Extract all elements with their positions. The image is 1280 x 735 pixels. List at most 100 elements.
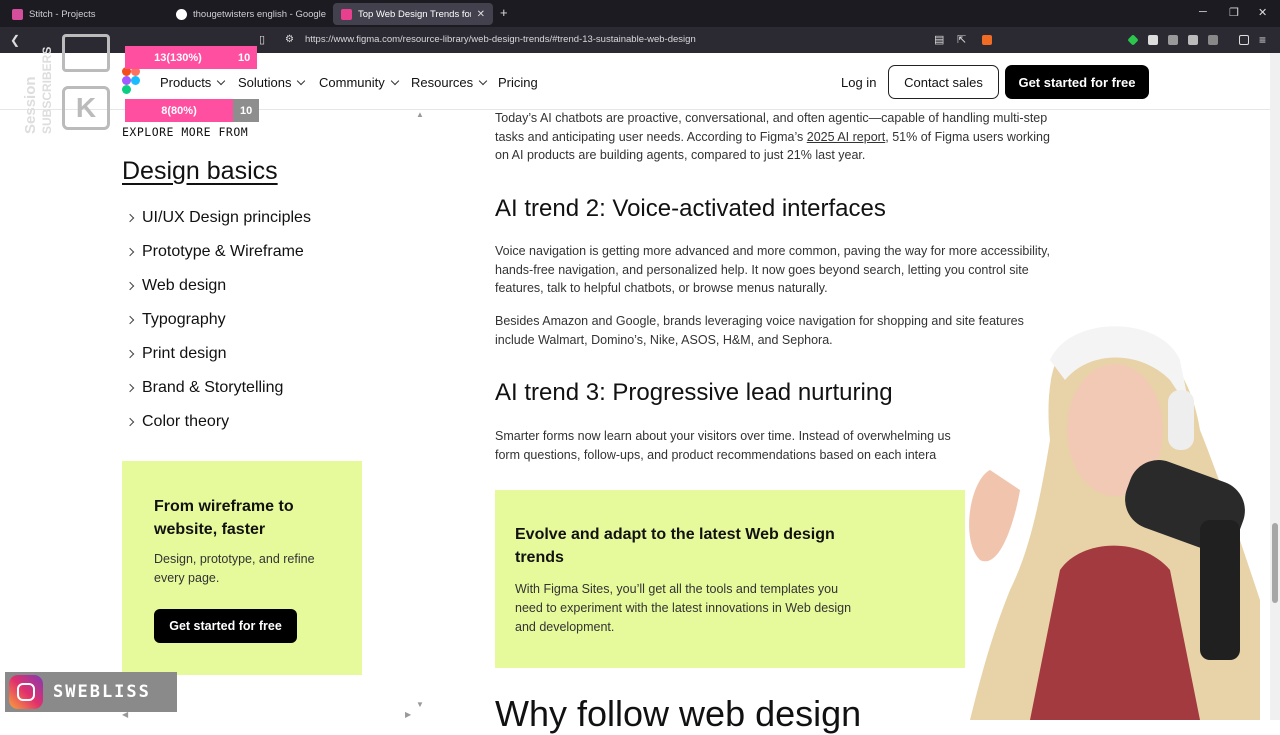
sidebar-item-prototype[interactable]: Prototype & Wireframe <box>125 243 304 261</box>
sidebar-item-label: UI/UX Design principles <box>142 209 311 226</box>
page-scrollbar[interactable] <box>1270 53 1280 720</box>
new-tab-button[interactable]: + <box>500 5 508 20</box>
instagram-handle: SWEBLISS <box>53 682 151 702</box>
subscribers-label: SUBSCRIBERS <box>40 46 54 134</box>
nav-label: Resources <box>411 75 474 90</box>
intro-paragraph: Today’s AI chatbots are proactive, conve… <box>495 109 1060 165</box>
callout-title: Evolve and adapt to the latest Web desig… <box>515 526 835 566</box>
goal1-progress: 13(130%) <box>125 46 231 69</box>
instagram-overlay: SWEBLISS <box>5 672 177 712</box>
promo-card: From wireframe to website, faster Design… <box>122 461 362 675</box>
nav-label: Community <box>319 75 385 90</box>
sidebar-item-label: Color theory <box>142 413 230 430</box>
webcam-streamer-image <box>969 326 1260 720</box>
chevron-right-icon <box>125 349 135 359</box>
nav-community[interactable]: Community <box>319 75 399 90</box>
promo-get-started-button[interactable]: Get started for free <box>154 609 297 643</box>
get-started-button[interactable]: Get started for free <box>1005 65 1149 99</box>
chevron-down-icon <box>390 76 399 86</box>
sidebar-scroll-right-icon[interactable]: ▶ <box>405 710 411 719</box>
brave-shield-icon[interactable] <box>982 35 992 45</box>
chevron-down-icon <box>217 76 226 86</box>
nav-pricing[interactable]: Pricing <box>498 75 538 90</box>
explore-label: EXPLORE MORE FROM <box>122 125 249 139</box>
wallet-icon[interactable] <box>1208 35 1218 45</box>
nav-label: Products <box>160 75 212 90</box>
close-window-icon[interactable]: ✕ <box>1258 6 1267 19</box>
sidebar-item-label: Typography <box>142 311 226 328</box>
chevron-down-icon <box>297 76 306 86</box>
back-icon[interactable]: ❮ <box>10 33 20 47</box>
extension-grey-icon[interactable] <box>1168 35 1178 45</box>
minimize-icon[interactable]: ─ <box>1199 6 1207 18</box>
chevron-down-icon <box>478 76 488 86</box>
menu-icon[interactable]: ≡ <box>1259 33 1266 47</box>
nav-products[interactable]: Products <box>160 75 226 90</box>
tab-title: thougetwisters english - Google Sea <box>193 8 328 20</box>
goal2-target: 10 <box>233 99 260 122</box>
extension-a-icon[interactable] <box>1148 35 1158 45</box>
nav-resources[interactable]: Resources <box>411 75 488 90</box>
instagram-icon <box>9 675 43 709</box>
trend2-heading: AI trend 2: Voice-activated interfaces <box>495 195 886 222</box>
goal2-progress: 8(80%) <box>125 99 233 122</box>
promo-title: From wireframe to website, faster <box>154 498 294 538</box>
reader-icon[interactable]: ▤ <box>934 33 944 46</box>
goal1-target: 10 <box>231 46 258 69</box>
sidebar-scroll-down-icon[interactable]: ▼ <box>416 700 424 709</box>
promo-text: Design, prototype, and refine every page… <box>154 552 315 585</box>
sidebar-item-uiux[interactable]: UI/UX Design principles <box>125 209 311 227</box>
figma-logo-icon[interactable] <box>122 67 140 95</box>
ai-report-link[interactable]: 2025 AI report <box>807 130 886 144</box>
chevron-right-icon <box>125 417 135 427</box>
url-input[interactable]: https://www.figma.com/resource-library/w… <box>305 34 696 45</box>
nav-solutions[interactable]: Solutions <box>238 75 306 90</box>
sidebar-item-web-design[interactable]: Web design <box>125 277 226 295</box>
chevron-right-icon <box>125 315 135 325</box>
nav-label: Solutions <box>238 75 292 90</box>
chevron-right-icon <box>125 247 135 257</box>
goal-bar-2: 8(80%) 10 <box>125 99 260 122</box>
sidebar-item-label: Brand & Storytelling <box>142 379 284 396</box>
browser-tab-bar: Stitch - Projects thougetwisters english… <box>0 0 1280 27</box>
nav-label: Pricing <box>498 75 538 90</box>
tab-stitch[interactable]: Stitch - Projects <box>4 3 164 25</box>
callout-card: Evolve and adapt to the latest Web desig… <box>495 490 965 668</box>
next-section-heading: Why follow web design <box>495 693 862 734</box>
trend2-paragraph-1: Voice navigation is getting more advance… <box>495 244 1050 296</box>
extensions-icon[interactable] <box>1188 35 1198 45</box>
chevron-right-icon <box>125 281 135 291</box>
site-settings-icon[interactable]: ⚙ <box>285 34 294 45</box>
twitch-icon <box>62 34 110 72</box>
page-scrollbar-thumb[interactable] <box>1272 523 1278 603</box>
restore-icon[interactable]: ❐ <box>1229 6 1239 19</box>
trend3-heading: AI trend 3: Progressive lead nurturing <box>495 379 893 406</box>
login-link[interactable]: Log in <box>841 75 876 90</box>
tab-figma-trends[interactable]: Top Web Design Trends for 2026 ✕ <box>333 3 493 25</box>
stitch-favicon-icon <box>12 8 23 20</box>
share-icon[interactable]: ⇱ <box>957 33 966 46</box>
sidebar-item-brand[interactable]: Brand & Storytelling <box>125 379 284 397</box>
goal-bar-1: 13(130%) 10 <box>125 46 258 69</box>
close-tab-icon[interactable]: ✕ <box>477 9 485 20</box>
contact-sales-button[interactable]: Contact sales <box>888 65 999 99</box>
figma-favicon-icon <box>341 8 352 20</box>
sidebar-item-color-theory[interactable]: Color theory <box>125 413 230 431</box>
tab-google-search[interactable]: thougetwisters english - Google Sea <box>168 3 328 25</box>
trend3-line-2: form questions, follow-ups, and product … <box>495 447 937 462</box>
tab-title: Stitch - Projects <box>29 8 96 20</box>
callout-text: With Figma Sites, you’ll get all the too… <box>515 582 852 634</box>
sidebar-item-print[interactable]: Print design <box>125 345 227 363</box>
session-label: Session <box>22 76 39 134</box>
google-favicon-icon <box>176 8 187 20</box>
chevron-right-icon <box>125 383 135 393</box>
sidebar-title[interactable]: Design basics <box>122 157 278 186</box>
trend3-line-1: Smarter forms now learn about your visit… <box>495 429 951 443</box>
sidebar-item-typography[interactable]: Typography <box>125 311 226 329</box>
sidebar-scroll-up-icon[interactable]: ▲ <box>416 110 424 119</box>
extension-green-icon[interactable] <box>1127 34 1139 46</box>
bookmark-icon[interactable]: ▯ <box>259 33 265 46</box>
chevron-right-icon <box>125 213 135 223</box>
sidebar-toggle-icon[interactable] <box>1239 35 1249 45</box>
sidebar-item-label: Print design <box>142 345 227 362</box>
